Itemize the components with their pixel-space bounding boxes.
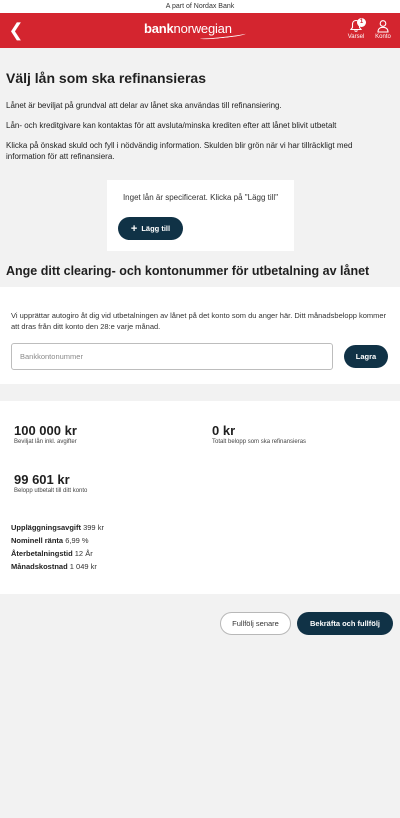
chevron-left-icon: ❮ [8, 20, 24, 40]
loan-summary-card: 100 000 kr Beviljat lån inkl. avgifter 0… [0, 401, 400, 594]
granted-amount: 100 000 kr [14, 423, 77, 438]
account-button[interactable]: Konto [369, 17, 397, 47]
empty-loans-text: Inget lån är specificerat. Klicka på "Lä… [122, 193, 279, 202]
refinance-amount: 0 kr [212, 423, 236, 438]
refinance-info-1: Lånet är beviljat på grundval att delar … [6, 101, 282, 110]
granted-label: Beviljat lån inkl. avgifter [14, 439, 77, 445]
back-button[interactable]: ❮ [6, 20, 26, 40]
notification-count-badge: 1 [357, 18, 366, 27]
parent-company-bar: A part of Nordax Bank [0, 0, 400, 13]
add-loan-button[interactable]: + Lägg till [118, 217, 183, 240]
payout-info: Vi upprättar autogiro åt dig vid utbetal… [11, 311, 387, 331]
confirm-complete-button[interactable]: Bekräfta och fullfölj [297, 612, 393, 635]
plus-icon: + [130, 223, 138, 235]
notifications-button[interactable]: 1 Varsel [342, 17, 370, 47]
refinance-title: Välj lån som ska refinansieras [6, 70, 206, 86]
notifications-label: Varsel [347, 34, 365, 40]
app-header: ❮ banknorwegian 1 Varsel Konto [0, 13, 400, 48]
account-label: Konto [375, 34, 391, 40]
monthly-cost-row: Månadskostnad 1 049 kr [11, 562, 97, 571]
user-icon [377, 20, 389, 33]
parent-company-text: A part of Nordax Bank [165, 3, 235, 10]
refinance-info-2: Lån- och kreditgivare kan kontaktas för … [6, 121, 337, 130]
complete-later-button[interactable]: Fullfölj senare [220, 612, 291, 635]
nominal-rate-row: Nominell ränta 6,99 % [11, 536, 89, 545]
bank-norwegian-logo[interactable]: banknorwegian [144, 21, 247, 41]
refinance-info-3: Klicka på önskad skuld och fyll i nödvän… [6, 141, 353, 161]
repayment-period-row: Återbetalningstid 12 År [11, 549, 93, 558]
save-account-button[interactable]: Lagra [344, 345, 388, 368]
payout-title: Ange ditt clearing- och kontonummer för … [6, 264, 370, 278]
empty-loans-card: Inget lån är specificerat. Klicka på "Lä… [107, 180, 294, 251]
refinance-label: Totalt belopp som ska refinansieras [212, 439, 307, 445]
payout-label: Belopp utbetalt till ditt konto [14, 488, 88, 494]
payout-amount: 99 601 kr [14, 472, 70, 487]
setup-fee-row: Uppläggningsavgift 399 kr [11, 523, 104, 532]
payout-card: Vi upprättar autogiro åt dig vid utbetal… [0, 287, 400, 384]
bank-account-input[interactable] [11, 343, 333, 370]
